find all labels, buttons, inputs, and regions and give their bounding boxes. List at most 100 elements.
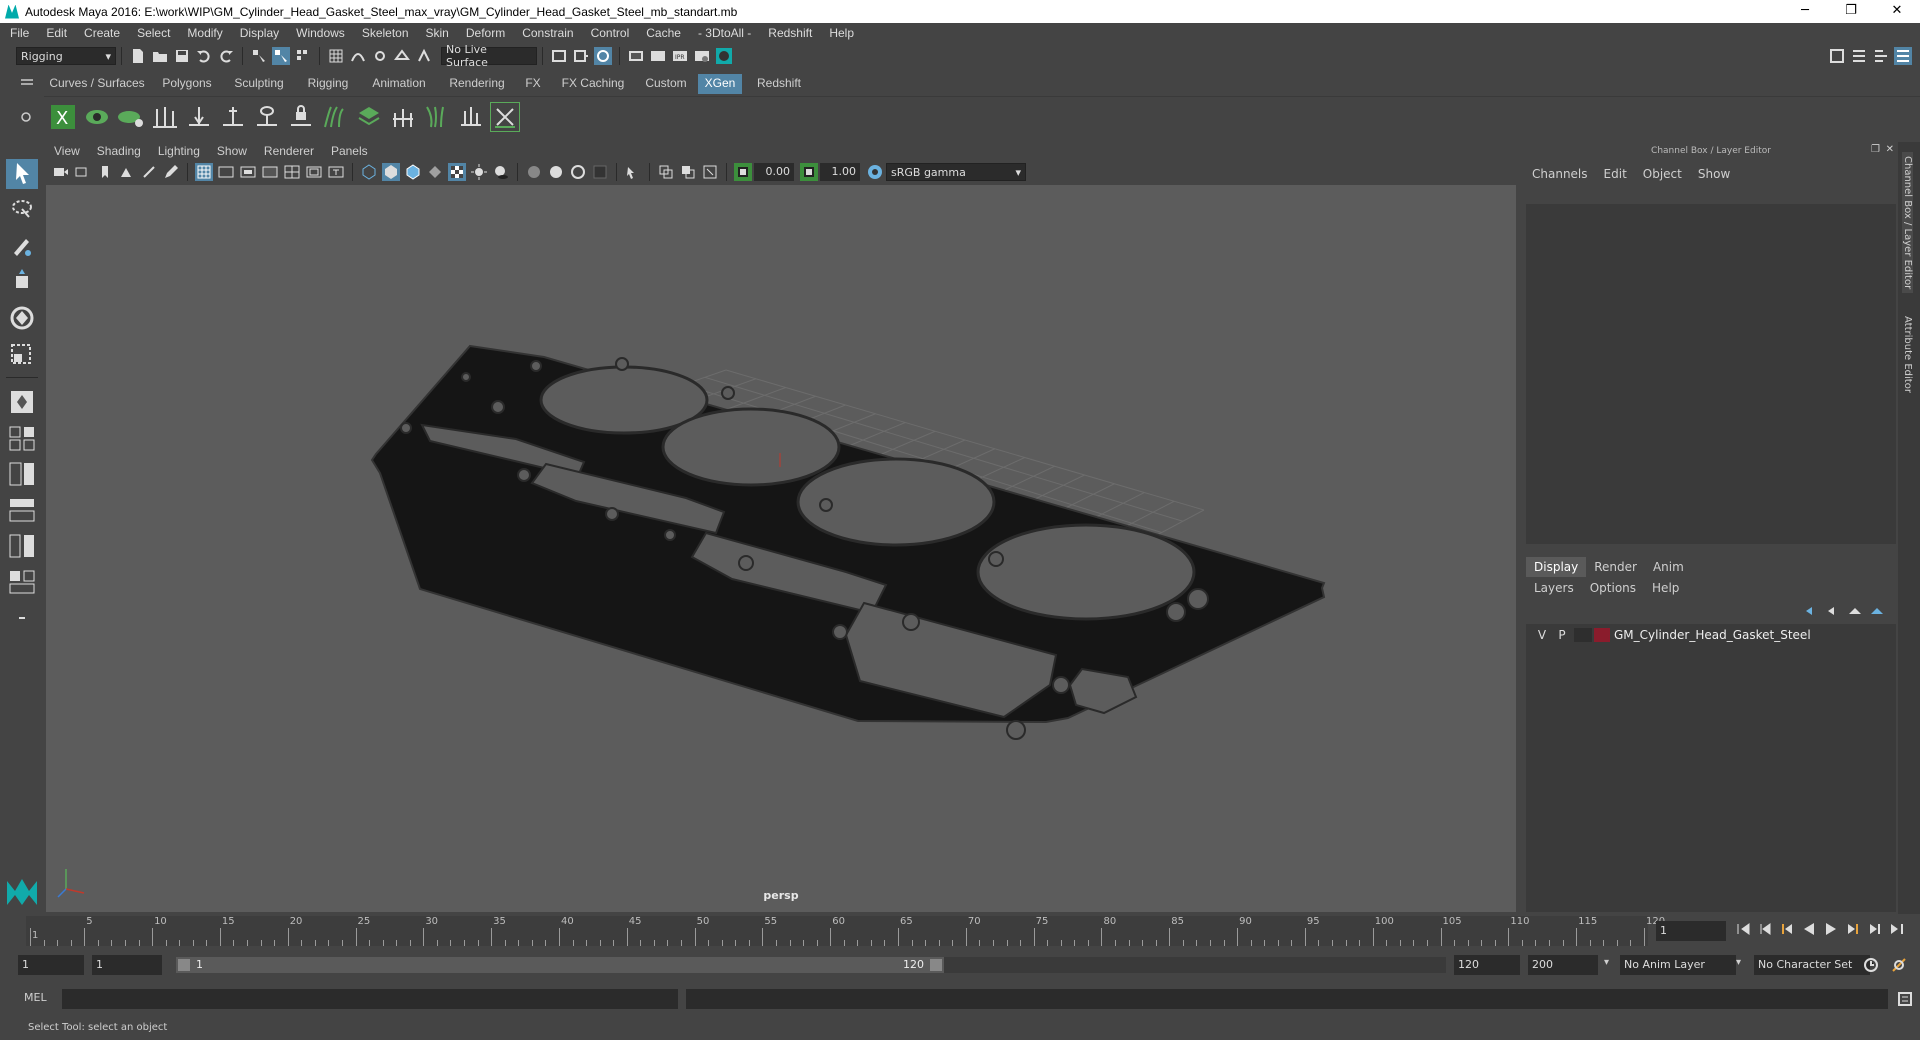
menu-3dtoall[interactable]: - 3DtoAll - xyxy=(688,26,758,40)
layer-visibility-toggle[interactable]: V xyxy=(1532,628,1552,642)
shadows-icon[interactable] xyxy=(492,163,510,181)
anim-layer-dropdown[interactable]: No Anim Layer xyxy=(1620,955,1736,975)
film-gate-icon[interactable] xyxy=(217,163,235,181)
layout-two-vertical-icon[interactable] xyxy=(6,459,38,489)
output-ops-icon[interactable] xyxy=(572,47,590,65)
lasso-tool-icon[interactable] xyxy=(6,195,38,225)
side-tab-attribute-editor[interactable]: Attribute Editor xyxy=(1902,312,1913,397)
layer-menu-options[interactable]: Options xyxy=(1582,581,1644,595)
xgen-editor-icon[interactable]: X xyxy=(49,103,77,131)
chevron-down-icon[interactable]: ▾ xyxy=(1604,957,1609,968)
channel-box-toggle-icon[interactable] xyxy=(1894,47,1912,65)
step-forward-frame-icon[interactable] xyxy=(1866,920,1884,938)
move-tool-icon[interactable] xyxy=(6,267,38,297)
resolution-gate-icon[interactable] xyxy=(239,163,257,181)
move-layer-down-icon[interactable] xyxy=(1824,602,1842,620)
go-to-start-icon[interactable] xyxy=(1734,920,1752,938)
menu-select[interactable]: Select xyxy=(127,26,177,40)
textured-icon[interactable] xyxy=(448,163,466,181)
layer-name[interactable]: GM_Cylinder_Head_Gasket_Steel xyxy=(1614,628,1811,642)
animation-start-field[interactable]: 1 xyxy=(18,955,84,975)
tab-anim-layers[interactable]: Anim xyxy=(1645,557,1692,577)
xgen-guide-tool-icon[interactable] xyxy=(219,103,247,131)
modeling-toolkit-icon[interactable] xyxy=(1828,47,1846,65)
layout-graph-icon[interactable] xyxy=(6,531,38,561)
safe-title-icon[interactable] xyxy=(327,163,345,181)
float-panel-icon[interactable]: ❐ xyxy=(1871,144,1880,155)
save-scene-icon[interactable] xyxy=(173,47,191,65)
wireframe-icon[interactable] xyxy=(360,163,378,181)
move-layer-up-icon[interactable] xyxy=(1802,602,1820,620)
range-start-handle[interactable] xyxy=(178,959,190,971)
smooth-shade-icon[interactable] xyxy=(382,163,400,181)
xray-icon[interactable] xyxy=(426,163,444,181)
snap-curve-icon[interactable] xyxy=(349,47,367,65)
layer-display-type[interactable] xyxy=(1574,628,1592,642)
channel-box-menu-channels[interactable]: Channels xyxy=(1524,167,1596,181)
select-tool-icon[interactable] xyxy=(6,159,38,189)
exposure-toggle-icon[interactable] xyxy=(734,163,752,181)
layout-outliner-icon[interactable] xyxy=(6,495,38,525)
xgen-layers-icon[interactable] xyxy=(355,103,383,131)
layout-single-icon[interactable] xyxy=(6,387,38,417)
depth-of-field-icon[interactable] xyxy=(591,163,609,181)
tab-animation[interactable]: Animation xyxy=(364,74,434,94)
range-slider-bar[interactable]: 1 120 xyxy=(176,957,944,973)
menu-deform[interactable]: Deform xyxy=(456,26,512,40)
tab-polygons[interactable]: Polygons xyxy=(156,74,218,94)
cylinder-head-gasket-mesh[interactable] xyxy=(370,344,1326,740)
gate-mask-icon[interactable] xyxy=(261,163,279,181)
select-hierarchy-icon[interactable] xyxy=(250,47,268,65)
frame-selected-icon[interactable] xyxy=(701,163,719,181)
minimize-button[interactable]: ─ xyxy=(1782,0,1828,23)
new-scene-icon[interactable] xyxy=(129,47,147,65)
tab-rigging[interactable]: Rigging xyxy=(300,74,356,94)
menu-redshift[interactable]: Redshift xyxy=(758,26,819,40)
snap-live-icon[interactable] xyxy=(415,47,433,65)
xgen-groom-icon[interactable] xyxy=(321,103,349,131)
use-all-lights-icon[interactable] xyxy=(470,163,488,181)
tab-redshift[interactable]: Redshift xyxy=(750,74,808,94)
tab-rendering[interactable]: Rendering xyxy=(442,74,512,94)
view-transform-dropdown[interactable]: sRGB gamma ▾ xyxy=(886,163,1026,181)
viewport-menu-lighting[interactable]: Lighting xyxy=(148,144,207,158)
menu-control[interactable]: Control xyxy=(581,26,637,40)
menu-display[interactable]: Display xyxy=(230,26,286,40)
layout-collapse-icon[interactable] xyxy=(6,603,38,633)
script-editor-icon[interactable] xyxy=(1896,990,1914,1008)
menu-set-dropdown[interactable]: Rigging ▾ xyxy=(16,47,116,65)
motion-blur-icon[interactable] xyxy=(547,163,565,181)
render-view-icon[interactable] xyxy=(627,47,645,65)
xgen-modifier-icon[interactable] xyxy=(389,103,417,131)
layer-menu-help[interactable]: Help xyxy=(1644,581,1687,595)
select-component-icon[interactable] xyxy=(294,47,312,65)
playback-start-field[interactable]: 1 xyxy=(92,955,162,975)
viewport-menu-shading[interactable]: Shading xyxy=(87,144,148,158)
menu-file[interactable]: File xyxy=(0,26,36,40)
shelf-options-icon[interactable] xyxy=(20,111,32,123)
auto-key-icon[interactable] xyxy=(1862,956,1880,974)
play-backwards-icon[interactable] xyxy=(1800,920,1818,938)
range-end-handle[interactable] xyxy=(930,959,942,971)
menu-skin[interactable]: Skin xyxy=(416,26,456,40)
channel-box-menu-object[interactable]: Object xyxy=(1635,167,1690,181)
snap-point-icon[interactable] xyxy=(371,47,389,65)
image-plane-icon[interactable] xyxy=(118,163,136,181)
color-management-icon[interactable] xyxy=(866,163,884,181)
viewport-menu-panels[interactable]: Panels xyxy=(321,144,375,158)
menu-skeleton[interactable]: Skeleton xyxy=(352,26,416,40)
shelf-menu-icon[interactable] xyxy=(20,76,34,90)
viewport-menu-view[interactable]: View xyxy=(44,144,87,158)
play-forwards-icon[interactable] xyxy=(1822,920,1840,938)
scale-tool-icon[interactable] xyxy=(6,339,38,369)
chevron-down-icon[interactable]: ▾ xyxy=(1736,957,1741,968)
new-empty-layer-icon[interactable] xyxy=(1846,602,1864,620)
step-forward-key-icon[interactable] xyxy=(1844,920,1862,938)
wireframe-on-shaded-icon[interactable] xyxy=(404,163,422,181)
ipr-render-icon[interactable]: IPR xyxy=(671,47,689,65)
input-ops-icon[interactable] xyxy=(550,47,568,65)
ambient-occlusion-icon[interactable] xyxy=(525,163,543,181)
xgen-add-guides-icon[interactable] xyxy=(151,103,179,131)
menu-cache[interactable]: Cache xyxy=(636,26,688,40)
gamma-toggle-icon[interactable] xyxy=(800,163,818,181)
